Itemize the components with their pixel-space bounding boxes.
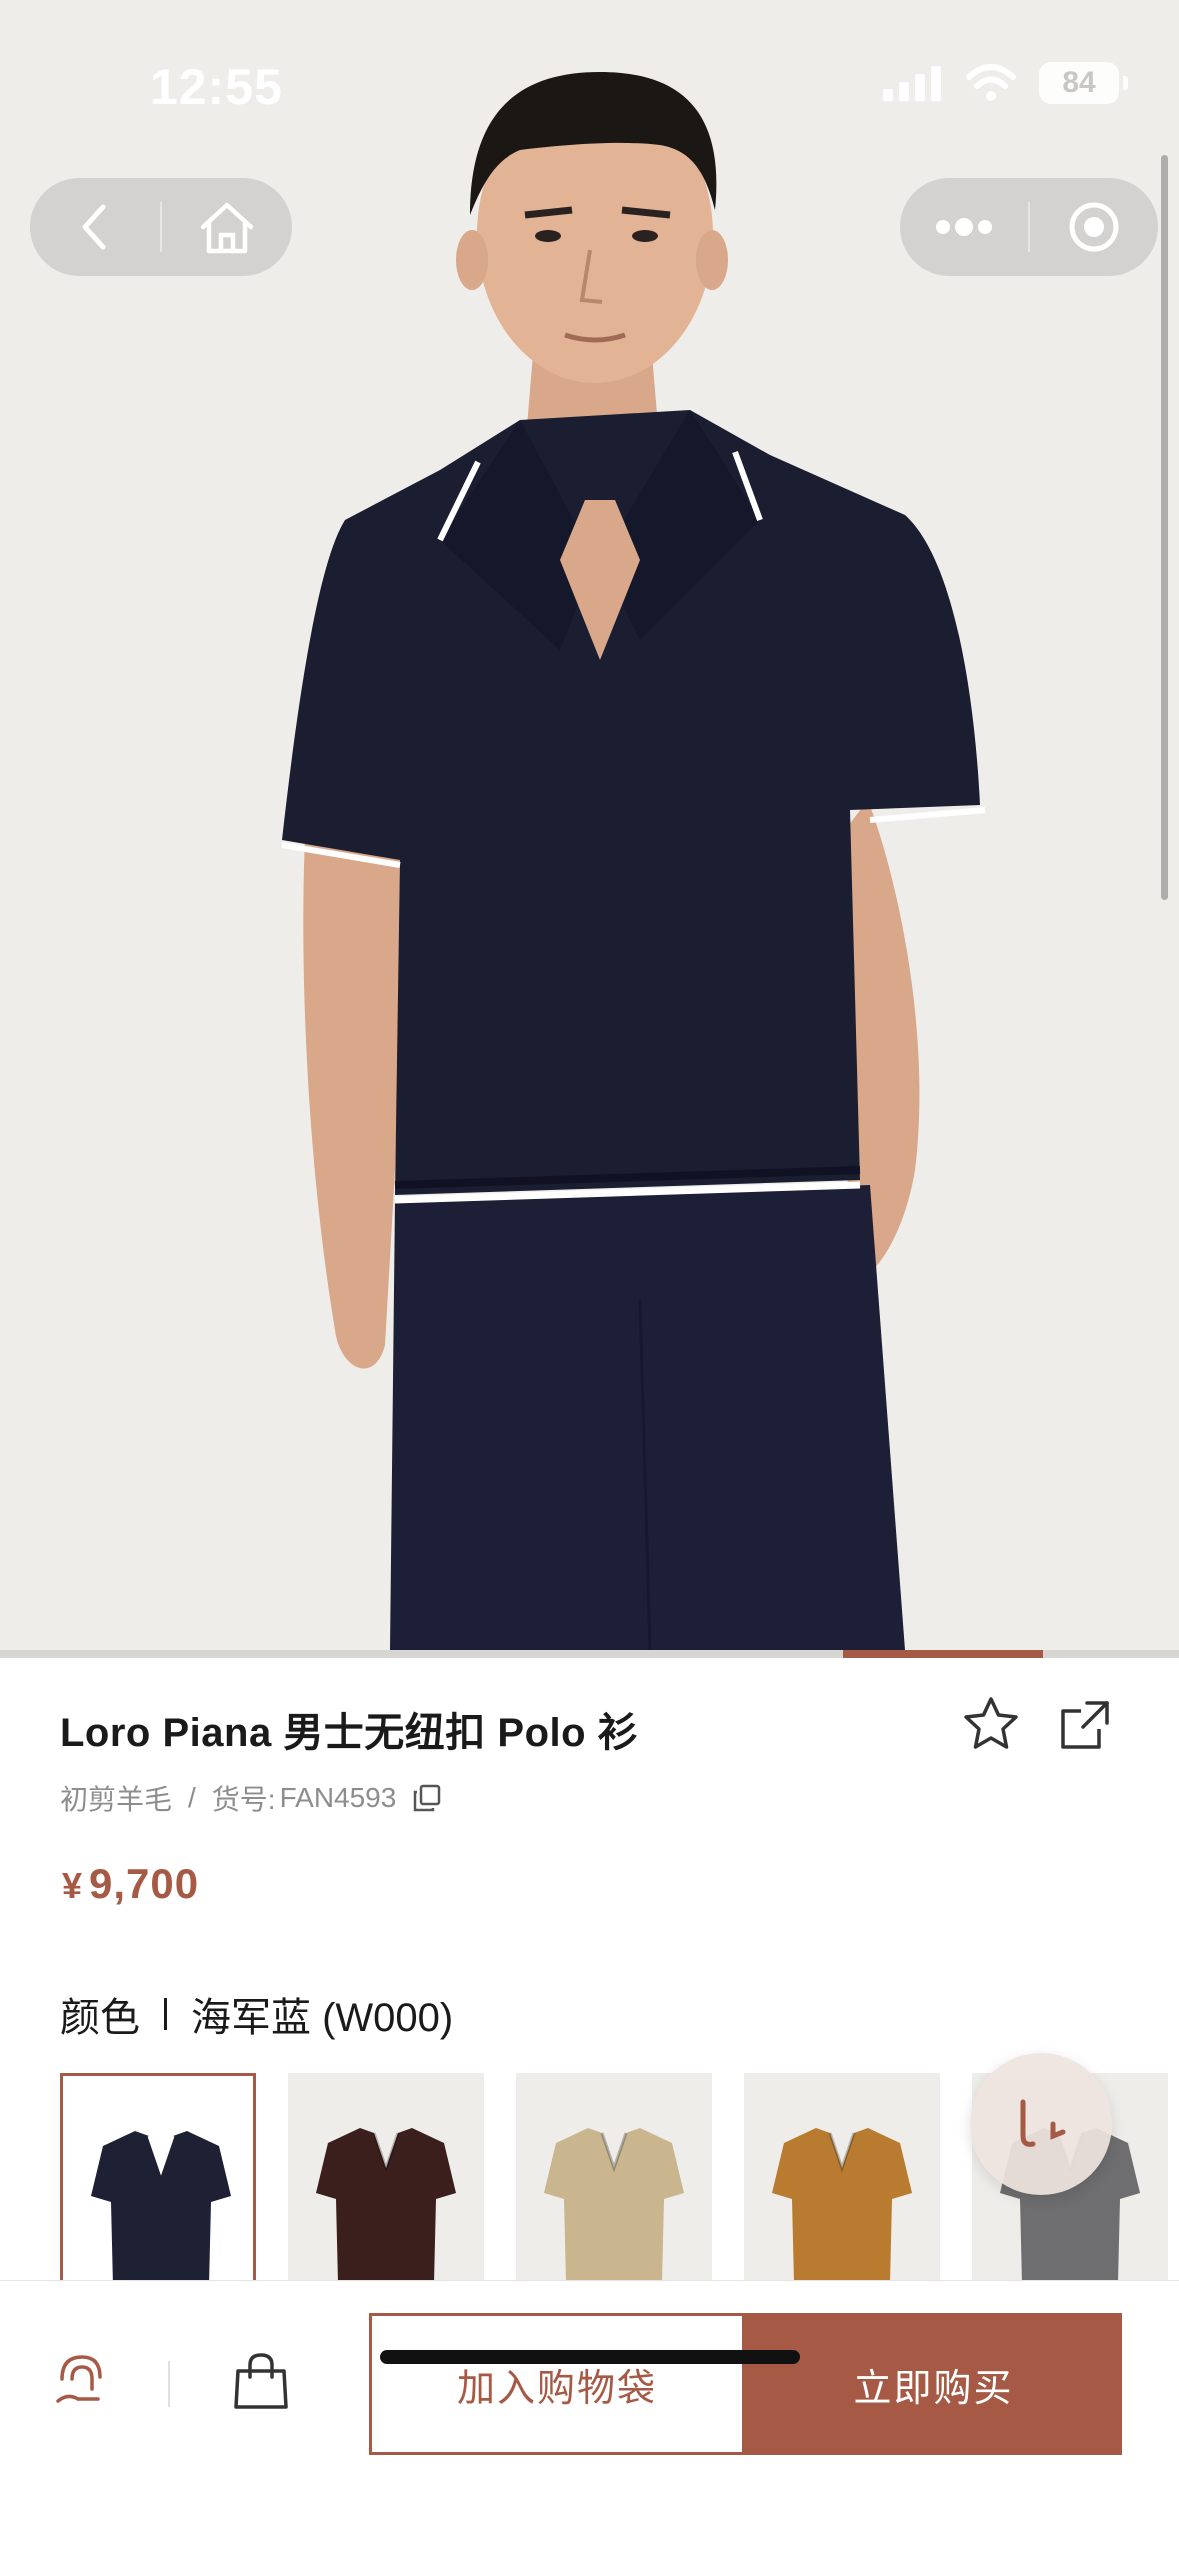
product-title: Loro Piana 男士无纽扣 Polo 衫 [60,1711,639,1755]
polo-shirt-thumbnail [772,2128,912,2280]
shopping-bag-icon [234,2353,288,2409]
product-material: 初剪羊毛 [60,1784,173,1815]
assistant-icon [1020,2099,1066,2147]
buy-now-button[interactable]: 立即购买 [745,2313,1122,2455]
color-swatch-brown[interactable] [288,2073,484,2280]
color-selector-label: 颜色 海军蓝 (W000) [60,1985,453,2043]
sku-value: FAN4593 [279,1782,397,1813]
star-icon [964,1697,1018,1749]
polo-shirt-thumbnail [544,2128,684,2280]
home-button[interactable] [162,178,292,276]
menu-capsule [900,178,1158,276]
wifi-icon [966,64,1016,101]
sku-label: 货号: [211,1784,276,1815]
share-button[interactable] [1057,1697,1113,1753]
bottom-divider [168,2361,170,2407]
color-label-divider [164,1998,167,2030]
color-swatch-ochre[interactable] [744,2073,940,2280]
currency-symbol: ¥ [62,1865,84,1906]
color-swatch-navy[interactable] [60,2073,256,2280]
carousel-progress-fill [843,1650,1043,1658]
color-swatch-beige[interactable] [516,2073,712,2280]
more-dots-icon [936,218,992,236]
page-scrollbar[interactable] [1161,155,1168,900]
status-time: 12:55 [150,59,283,115]
status-bar: 12:55 84 [0,0,1179,150]
polo-shirt-thumbnail [316,2128,456,2280]
back-button[interactable] [30,178,160,276]
bottom-action-bar: 加入购物袋 立即购买 [0,2280,1179,2556]
price-value: 9,700 [89,1860,200,1907]
signal-icon [883,66,941,101]
target-close-icon [1069,202,1119,252]
add-to-bag-button[interactable]: 加入购物袋 [369,2313,745,2455]
customer-service-button[interactable] [48,2349,110,2411]
home-indicator[interactable] [380,2350,800,2364]
home-icon [200,202,254,254]
more-button[interactable] [900,178,1028,276]
floating-action-button[interactable] [970,2053,1112,2195]
favorite-button[interactable] [962,1695,1020,1753]
color-value: 海军蓝 (W000) [191,1996,454,2040]
chevron-left-icon [82,204,106,250]
polo-shirt-thumbnail [91,2131,231,2280]
battery-level: 84 [1062,66,1096,99]
shopping-bag-button[interactable] [232,2351,290,2411]
color-label: 颜色 [60,1996,140,2040]
customer-service-icon [56,2355,102,2403]
close-miniprogram-button[interactable] [1030,178,1158,276]
battery-indicator: 84 [1039,62,1128,104]
carousel-progress [0,1650,1179,1658]
product-price: ¥9,700 [62,1860,199,1908]
product-meta: 初剪羊毛 / 货号: FAN4593 [60,1778,442,1818]
copy-icon[interactable] [412,1783,442,1813]
share-icon [1061,1701,1109,1749]
meta-separator: / [188,1782,196,1813]
status-icons: 84 [881,62,1128,104]
nav-capsule [30,178,292,276]
